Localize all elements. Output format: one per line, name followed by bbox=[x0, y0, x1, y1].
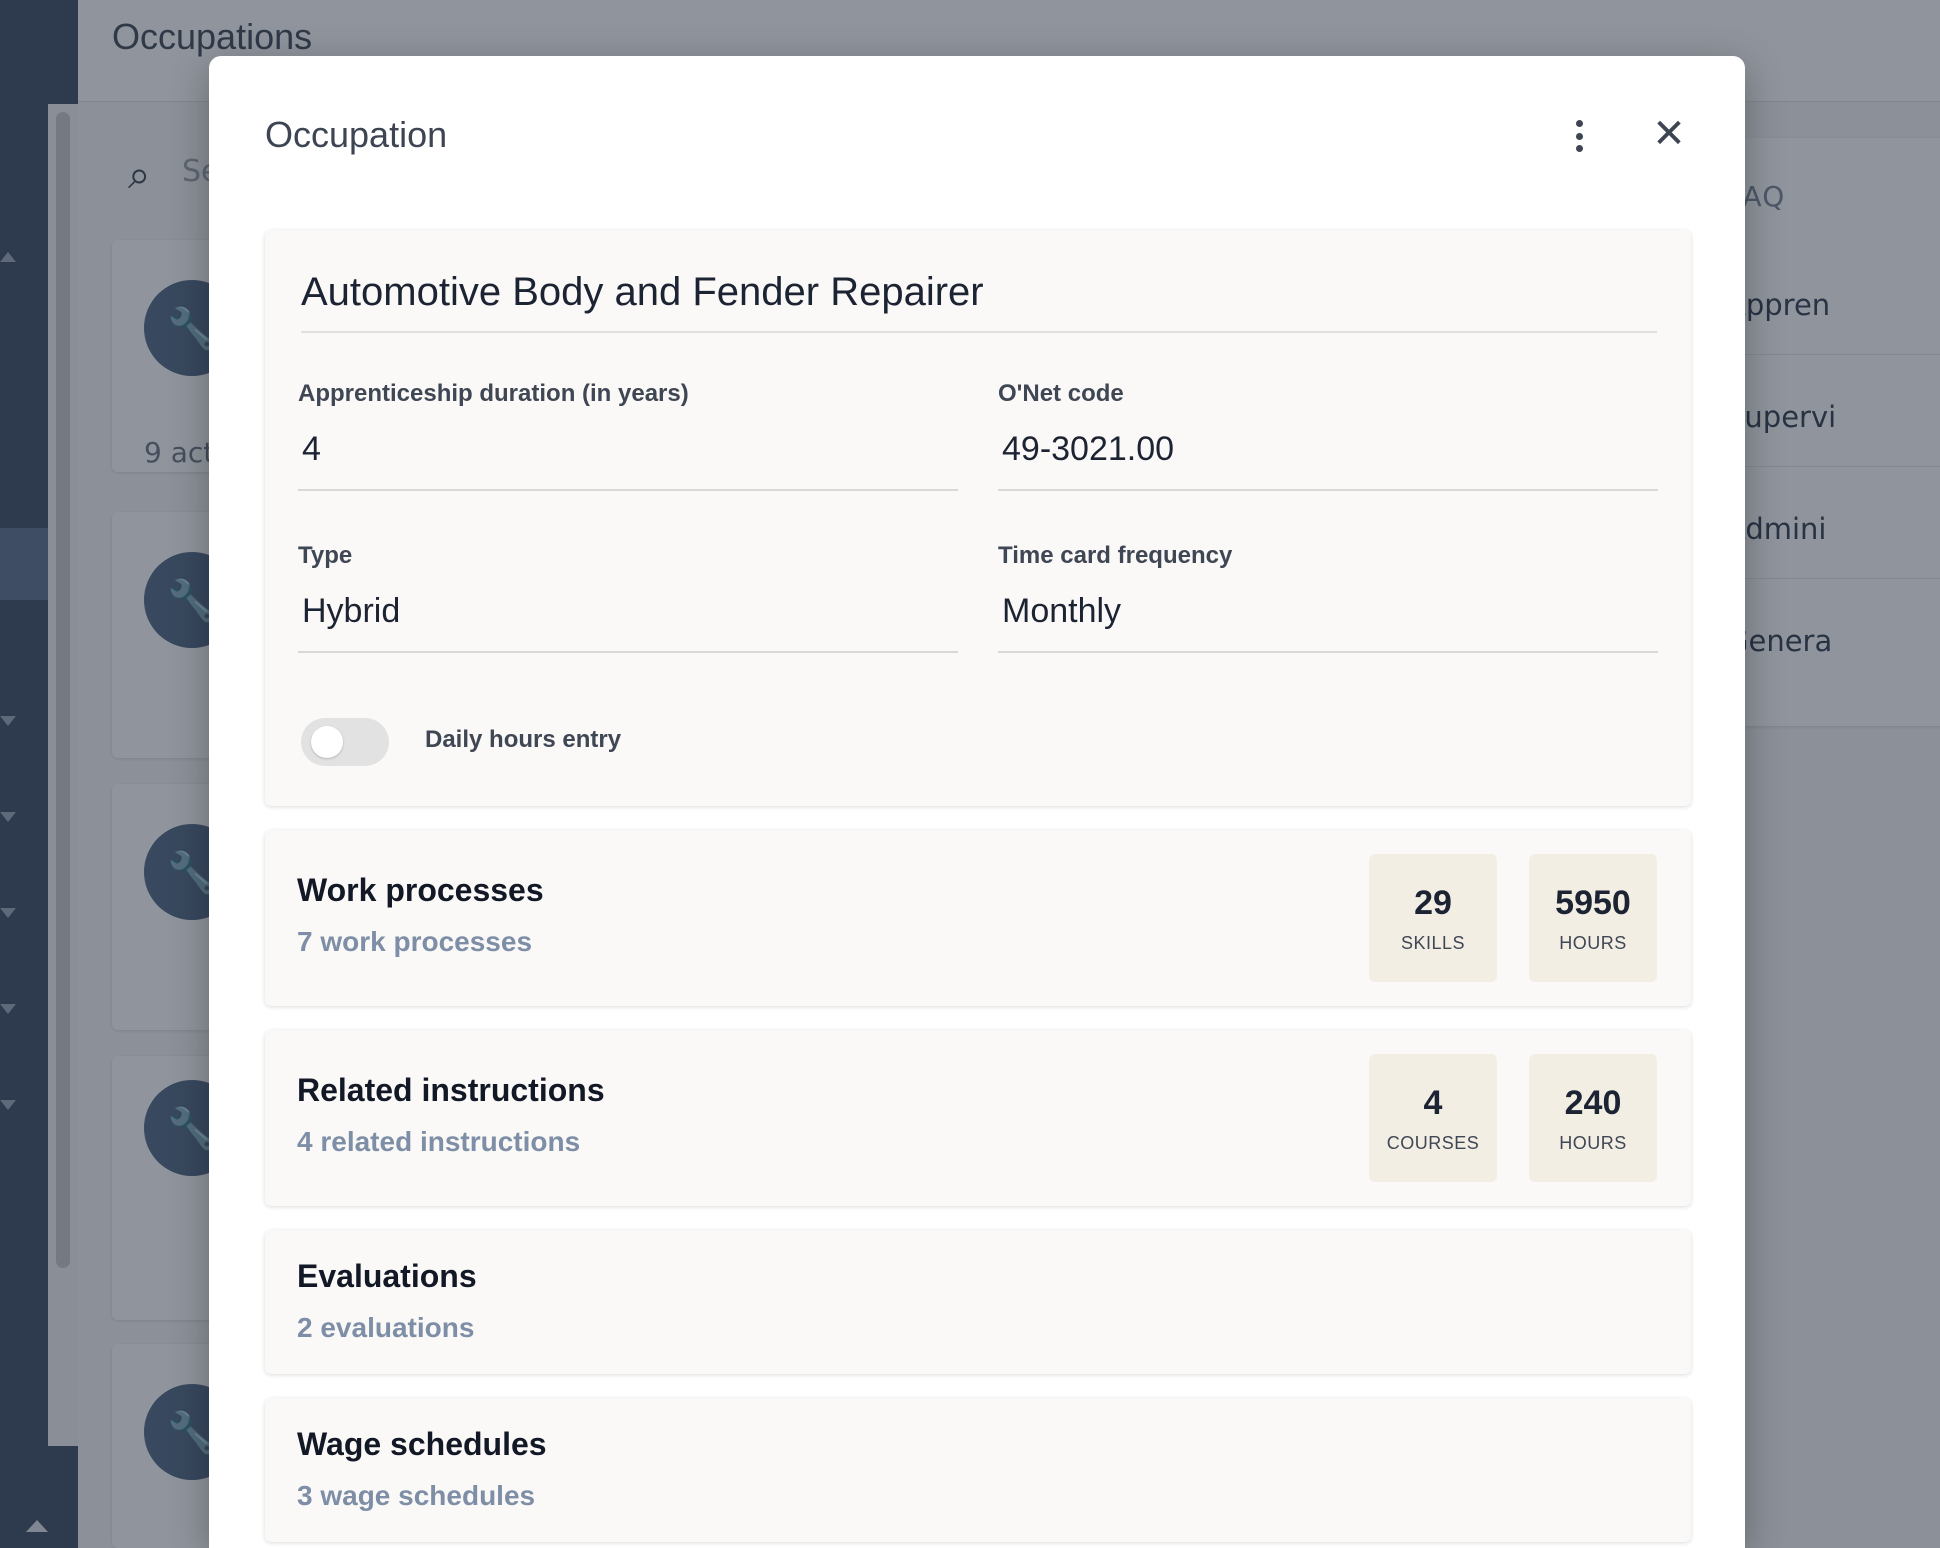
evaluations-section[interactable]: Evaluations 2 evaluations bbox=[265, 1230, 1691, 1374]
section-title: Wage schedules bbox=[297, 1426, 547, 1462]
wage-schedules-section[interactable]: Wage schedules 3 wage schedules bbox=[265, 1398, 1691, 1542]
occupation-modal: Occupation ✕ Automotive Body and Fender … bbox=[209, 56, 1745, 1548]
occupation-details-panel: Automotive Body and Fender Repairer Appr… bbox=[265, 230, 1691, 806]
stat-value: 4 bbox=[1423, 1084, 1443, 1122]
stat-value: 240 bbox=[1564, 1084, 1622, 1122]
close-icon[interactable]: ✕ bbox=[1649, 114, 1689, 154]
daily-hours-label: Daily hours entry bbox=[425, 726, 622, 753]
type-select[interactable]: Hybrid bbox=[298, 592, 958, 653]
field-label: O'Net code bbox=[998, 380, 1124, 407]
evaluations-link[interactable]: 2 evaluations bbox=[297, 1312, 474, 1344]
related-instructions-link[interactable]: 4 related instructions bbox=[297, 1126, 580, 1158]
work-processes-section[interactable]: Work processes 7 work processes 29 SKILL… bbox=[265, 830, 1691, 1006]
daily-hours-toggle[interactable] bbox=[301, 718, 389, 766]
section-title: Evaluations bbox=[297, 1258, 477, 1294]
hours-stat: 5950 HOURS bbox=[1529, 854, 1657, 982]
stat-label: COURSES bbox=[1386, 1133, 1480, 1153]
duration-input[interactable]: 4 bbox=[298, 430, 958, 491]
courses-stat: 4 COURSES bbox=[1369, 1054, 1497, 1182]
stat-label: SKILLS bbox=[1400, 933, 1466, 953]
field-label: Time card frequency bbox=[998, 542, 1233, 569]
toggle-knob bbox=[311, 726, 343, 758]
type-field[interactable]: Type Hybrid bbox=[298, 542, 958, 653]
field-label: Apprenticeship duration (in years) bbox=[298, 380, 689, 407]
time-card-frequency-select[interactable]: Monthly bbox=[998, 592, 1658, 653]
section-title: Related instructions bbox=[297, 1072, 605, 1108]
stat-label: HOURS bbox=[1559, 1133, 1627, 1153]
more-vertical-icon[interactable] bbox=[1565, 116, 1593, 156]
onet-code-input[interactable]: 49-3021.00 bbox=[998, 430, 1658, 491]
field-label: Type bbox=[298, 542, 353, 569]
occupation-name[interactable]: Automotive Body and Fender Repairer bbox=[301, 270, 1657, 333]
stat-label: HOURS bbox=[1559, 933, 1627, 953]
wage-schedules-link[interactable]: 3 wage schedules bbox=[297, 1480, 535, 1512]
duration-field[interactable]: Apprenticeship duration (in years) 4 bbox=[298, 380, 958, 491]
stat-value: 5950 bbox=[1555, 884, 1631, 922]
hours-stat: 240 HOURS bbox=[1529, 1054, 1657, 1182]
related-instructions-section[interactable]: Related instructions 4 related instructi… bbox=[265, 1030, 1691, 1206]
skills-stat: 29 SKILLS bbox=[1369, 854, 1497, 982]
modal-title: Occupation bbox=[265, 114, 448, 155]
time-card-frequency-field[interactable]: Time card frequency Monthly bbox=[998, 542, 1658, 653]
section-title: Work processes bbox=[297, 872, 544, 908]
stat-value: 29 bbox=[1414, 884, 1452, 922]
onet-code-field[interactable]: O'Net code 49-3021.00 bbox=[998, 380, 1658, 491]
work-processes-link[interactable]: 7 work processes bbox=[297, 926, 532, 958]
